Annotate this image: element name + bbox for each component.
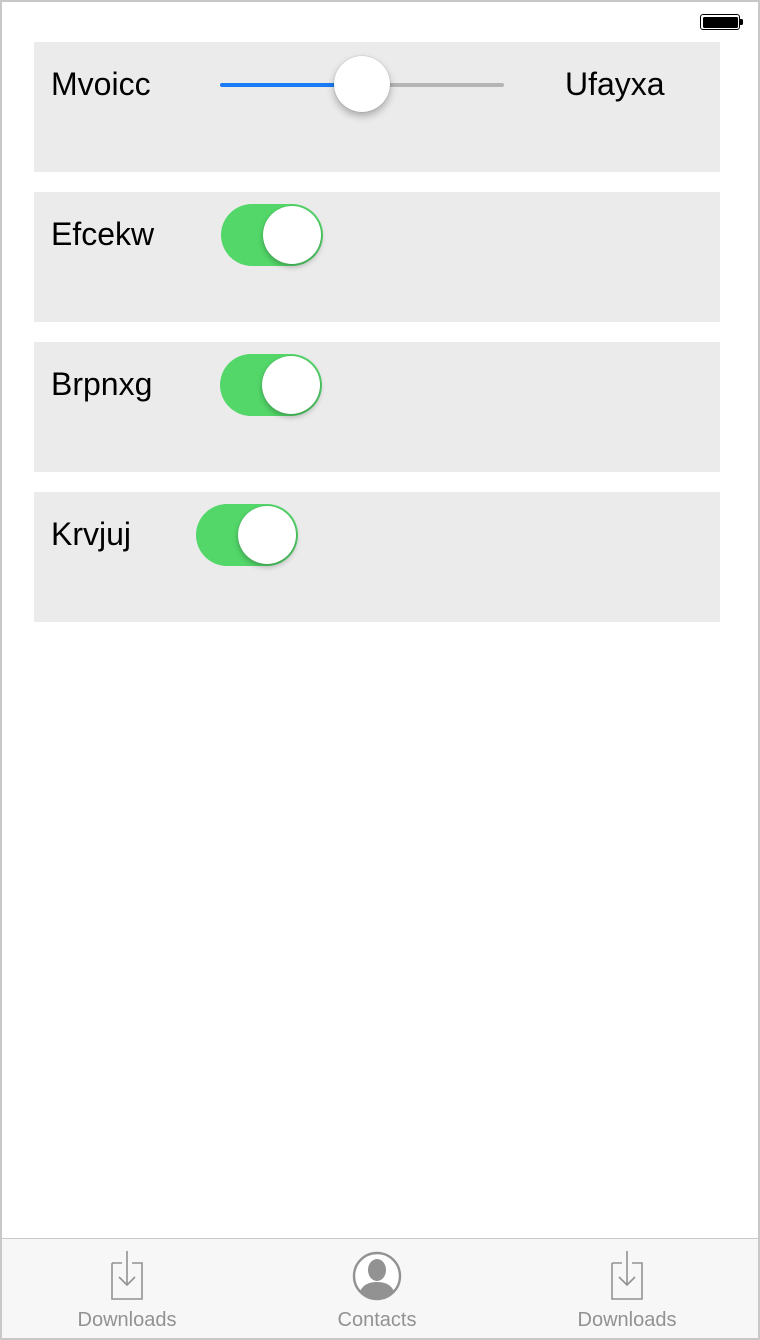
toggle-switch-krvjuj[interactable] [196,504,298,566]
slider-label-max: Ufayxa [565,66,665,102]
slider-row: Mvoicc Ufayxa [34,42,720,172]
status-bar [2,2,758,42]
tab-label: Downloads [577,1309,677,1331]
contact-icon [352,1251,402,1301]
toggle-switch-brpnxg[interactable] [220,354,322,416]
toggle-row-efcekw: Efcekw [34,192,720,322]
download-icon [111,1251,143,1300]
tab-label: Contacts [337,1309,417,1331]
tab-bar: Downloads Contacts Downloads [2,1238,758,1338]
tab-label: Downloads [77,1309,177,1331]
slider-label-min: Mvoicc [51,66,151,102]
phone-screen: Mvoicc Ufayxa Efcekw Brpnxg Krvjuj Downl… [0,0,760,1340]
tab-downloads-1[interactable]: Downloads [2,1239,252,1338]
slider-thumb[interactable] [334,56,390,112]
battery-full-icon [700,14,744,32]
toggle-label: Krvjuj [51,516,132,552]
tab-downloads-2[interactable]: Downloads [502,1239,752,1338]
toggle-knob [263,206,321,264]
toggle-switch-efcekw[interactable] [221,204,323,266]
toggle-label: Brpnxg [51,366,153,402]
toggle-row-krvjuj: Krvjuj [34,492,720,622]
toggle-knob [262,356,320,414]
download-icon [611,1251,643,1300]
toggle-label: Efcekw [51,216,155,252]
value-slider[interactable] [220,56,504,114]
tab-contacts[interactable]: Contacts [252,1239,502,1338]
toggle-knob [238,506,296,564]
toggle-row-brpnxg: Brpnxg [34,342,720,472]
